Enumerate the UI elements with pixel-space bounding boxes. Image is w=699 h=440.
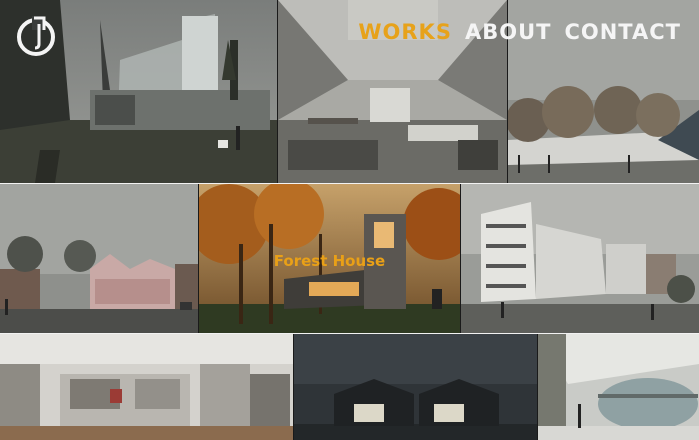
nav-about-link[interactable]: ABOUT <box>465 22 552 43</box>
nav-works-link[interactable]: WORKS <box>358 22 452 43</box>
gallery-tile-glass-atrium[interactable] <box>538 334 699 440</box>
project-image <box>0 184 198 333</box>
gallery-tile-gallery-interior[interactable] <box>0 334 293 440</box>
gallery-tile-apartment-blocks[interactable] <box>461 184 699 333</box>
project-image <box>538 334 699 440</box>
divider <box>0 333 699 334</box>
gallery-tile-townhouse-street[interactable] <box>0 184 198 333</box>
project-image <box>0 334 293 440</box>
project-image <box>461 184 699 333</box>
main-nav: WORKS ABOUT CONTACT <box>358 22 681 43</box>
project-image <box>294 334 537 440</box>
nav-contact-link[interactable]: CONTACT <box>564 22 681 43</box>
logo-icon[interactable] <box>14 14 58 58</box>
divider <box>0 183 699 184</box>
gallery-tile-night-houses[interactable] <box>294 334 537 440</box>
forest-house-caption: Forest House <box>273 252 386 270</box>
